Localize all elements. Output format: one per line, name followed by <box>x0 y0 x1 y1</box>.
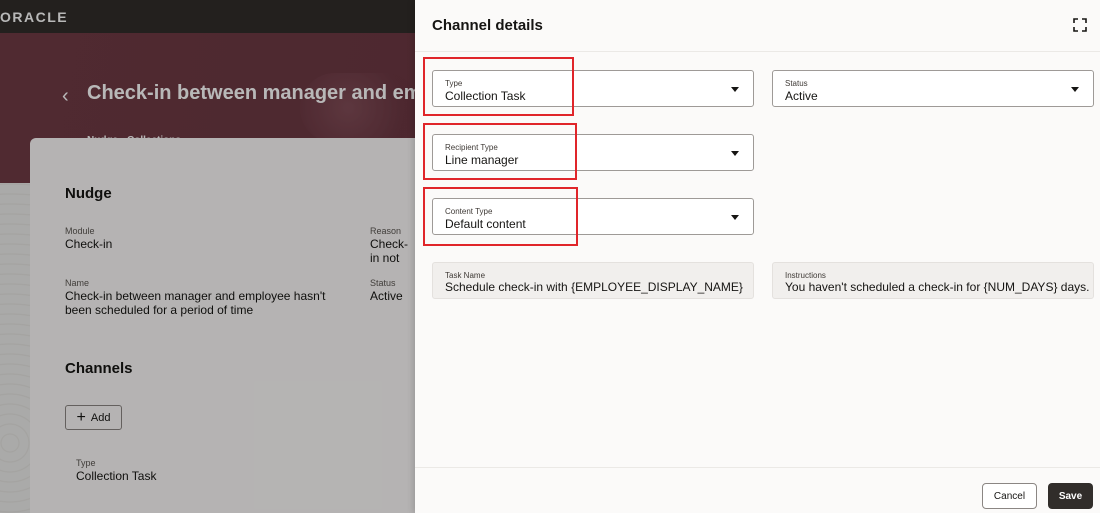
highlight-box <box>423 57 574 116</box>
drawer-title: Channel details <box>432 17 543 34</box>
channel-details-drawer: Channel details Type Collection Task Sta… <box>415 0 1100 513</box>
save-button[interactable]: Save <box>1048 483 1093 509</box>
instructions-value: You haven't scheduled a check-in for {NU… <box>785 280 1090 294</box>
footer-divider <box>415 467 1100 468</box>
highlight-box <box>423 187 578 246</box>
task-name-label: Task Name <box>445 271 486 280</box>
divider <box>415 51 1100 52</box>
status-value: Active <box>785 89 818 103</box>
task-name-field: Task Name Schedule check-in with {EMPLOY… <box>432 262 754 299</box>
chevron-down-icon <box>731 151 739 156</box>
chevron-down-icon <box>731 87 739 92</box>
chevron-down-icon <box>1071 87 1079 92</box>
status-label: Status <box>785 79 808 88</box>
chevron-down-icon <box>731 215 739 220</box>
instructions-label: Instructions <box>785 271 826 280</box>
status-select[interactable]: Status Active <box>772 70 1094 107</box>
cancel-button[interactable]: Cancel <box>982 483 1037 509</box>
expand-icon[interactable] <box>1073 18 1087 32</box>
highlight-box <box>423 123 577 180</box>
task-name-value: Schedule check-in with {EMPLOYEE_DISPLAY… <box>445 280 743 294</box>
instructions-field: Instructions You haven't scheduled a che… <box>772 262 1094 299</box>
